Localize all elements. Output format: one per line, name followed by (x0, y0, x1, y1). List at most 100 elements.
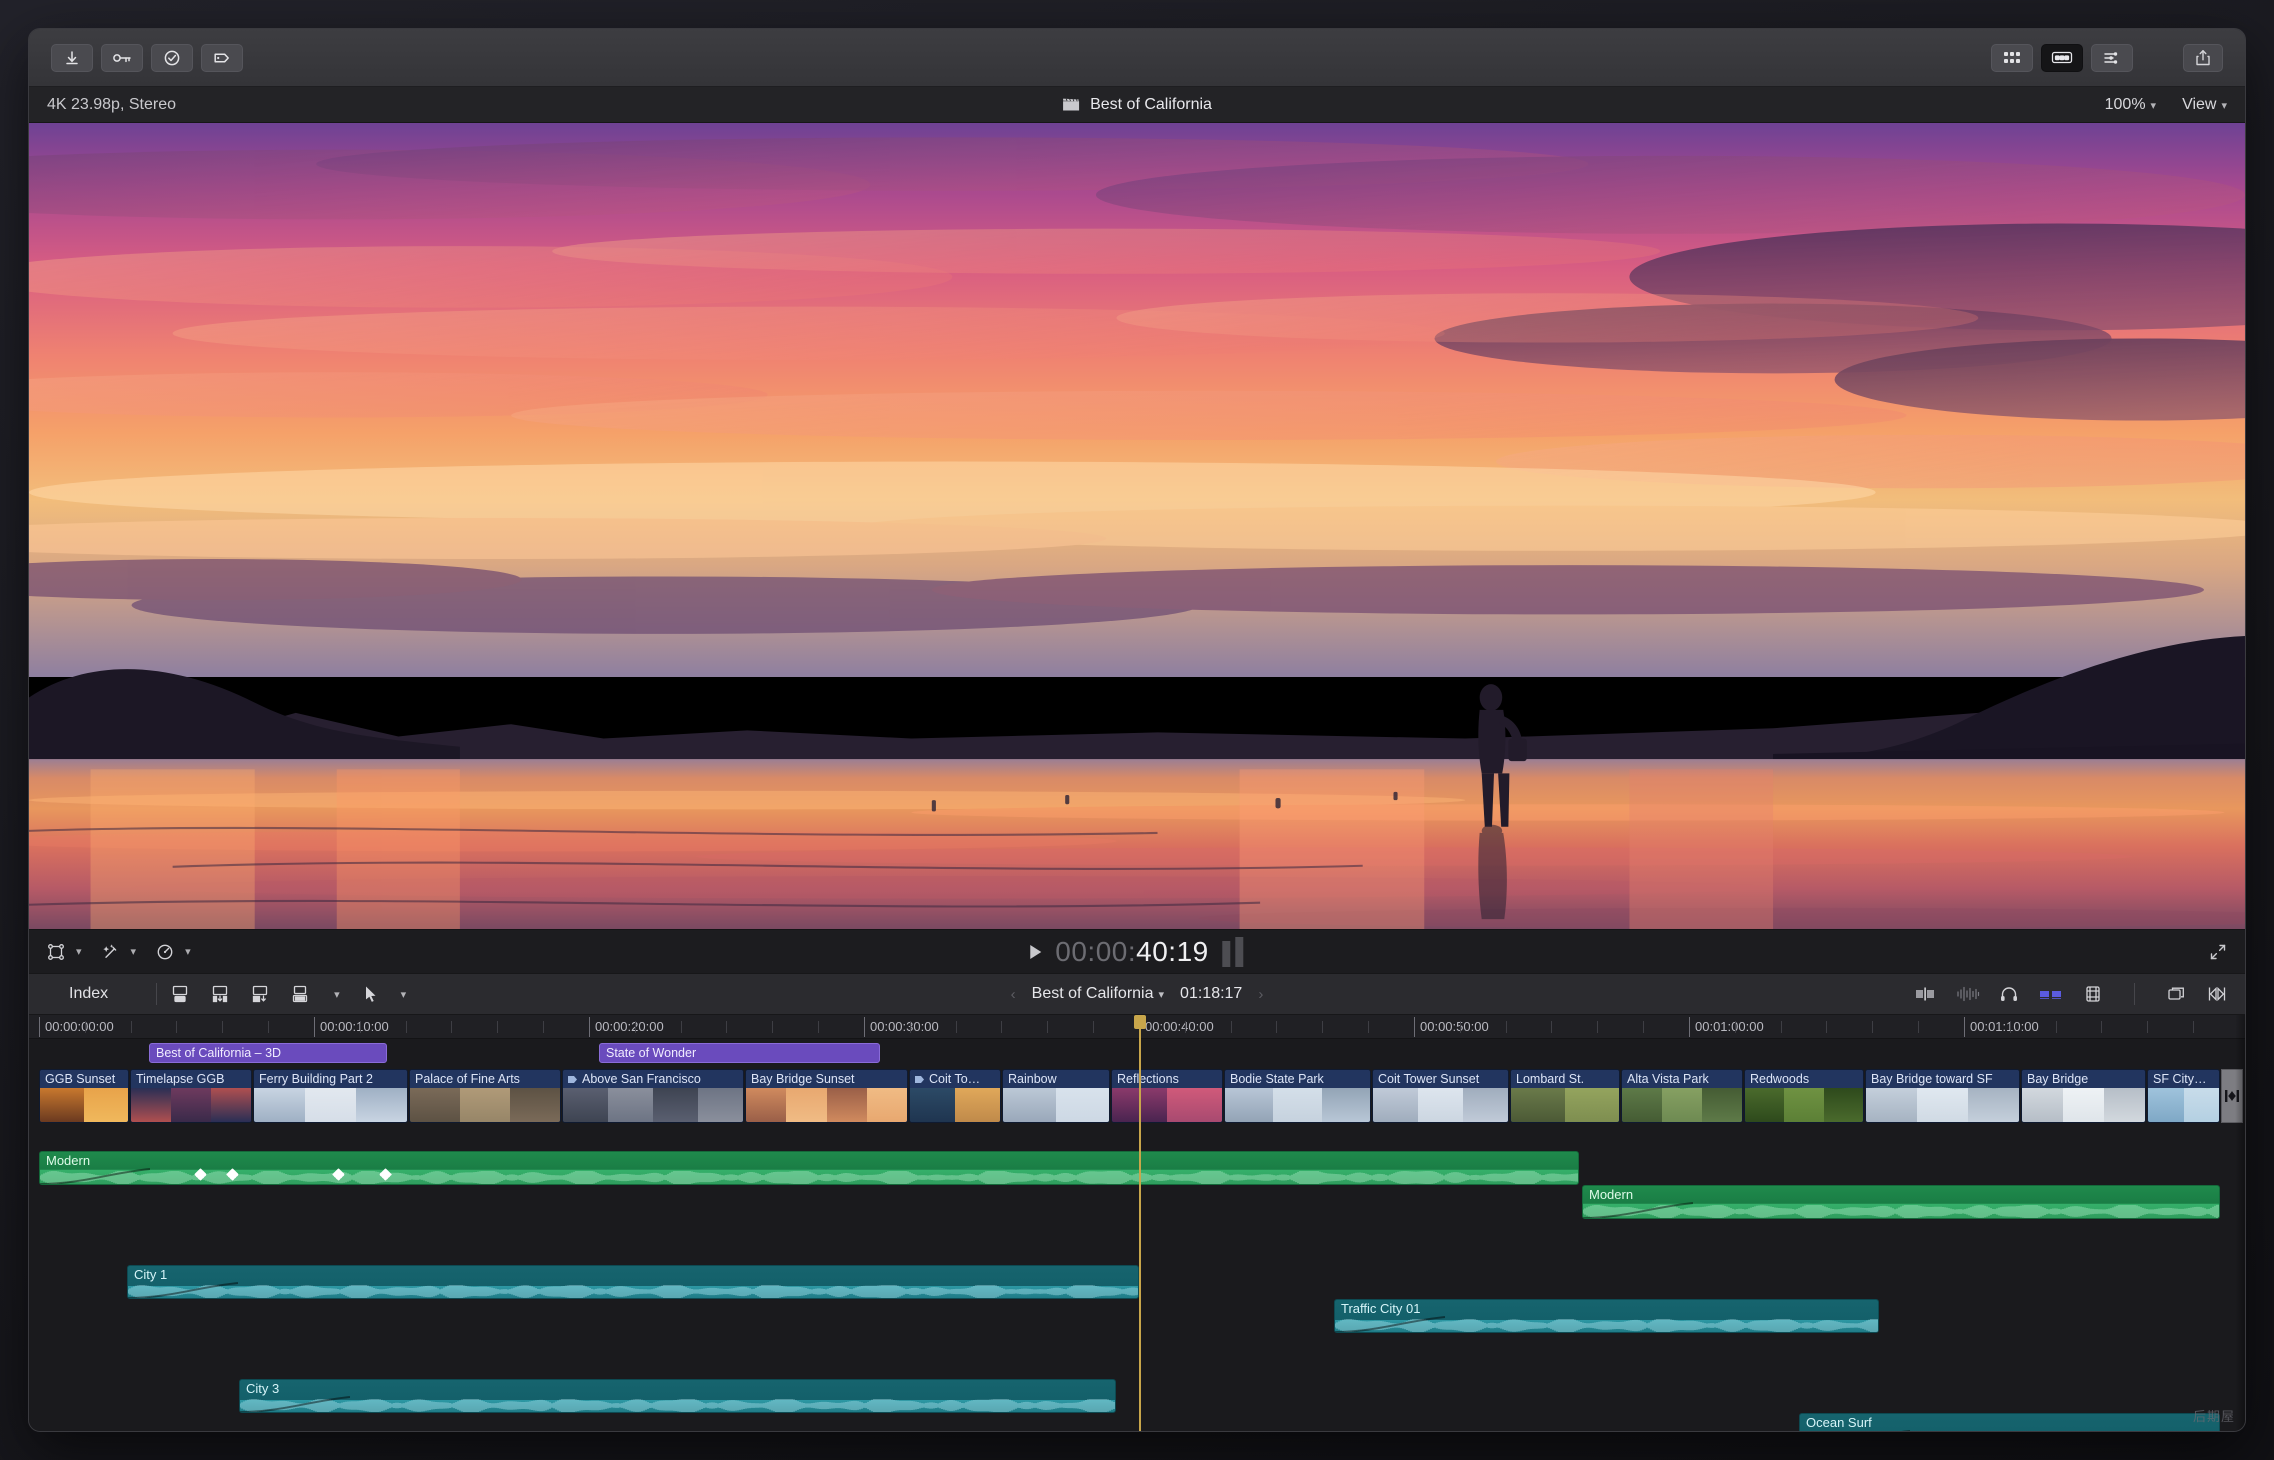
transform-tool-button[interactable]: ▾ (47, 943, 82, 961)
next-project-button[interactable]: › (1258, 986, 1263, 1003)
audio-waveform (40, 1171, 1579, 1184)
fade-handle[interactable] (240, 1395, 350, 1413)
audio-clip-city-3[interactable]: City 3 (239, 1379, 1116, 1413)
audio-waveform (240, 1399, 1116, 1412)
video-clip[interactable]: Rainbow (1002, 1069, 1110, 1123)
fade-handle[interactable] (40, 1167, 150, 1185)
filmstrip-icon[interactable] (2084, 985, 2102, 1003)
ruler-minor-tick (726, 1021, 727, 1033)
clip-thumbnails (1866, 1088, 2019, 1122)
keyword-button[interactable] (101, 44, 143, 72)
audio-clip-modern-2[interactable]: Modern (1582, 1185, 2220, 1219)
audio-clip-modern-1[interactable]: Modern (39, 1151, 1579, 1185)
video-clip[interactable]: Reflections (1111, 1069, 1223, 1123)
audio-waveform (128, 1285, 1139, 1298)
viewer-fullscreen-button[interactable] (2209, 943, 2227, 961)
viewer-canvas[interactable] (29, 123, 2245, 929)
video-clip[interactable]: Bodie State Park (1224, 1069, 1371, 1123)
watermark-text: 后期屋 (2193, 1406, 2235, 1425)
windows-icon[interactable] (2167, 985, 2187, 1003)
clip-thumbnails (40, 1088, 128, 1122)
video-clip[interactable]: Ferry Building Part 2 (253, 1069, 408, 1123)
ruler-minor-tick (2101, 1021, 2102, 1033)
select-tool-button[interactable] (364, 985, 378, 1003)
skimming-button[interactable] (1914, 986, 1936, 1002)
share-button[interactable] (2183, 44, 2223, 72)
video-clip[interactable]: Redwoods (1744, 1069, 1864, 1123)
audio-clip-ocean-surf-2[interactable]: Ocean Surf (1799, 1413, 2220, 1431)
ruler-minor-tick (131, 1021, 132, 1033)
ruler-minor-tick (1001, 1021, 1002, 1033)
fade-handle[interactable] (1583, 1201, 1693, 1219)
inspector-button[interactable] (2091, 44, 2133, 72)
video-clip[interactable]: Lombard St. (1510, 1069, 1620, 1123)
clip-thumbnails (254, 1088, 407, 1122)
video-clip[interactable]: Bay Bridge Sunset (745, 1069, 908, 1123)
ruler-minor-tick (1093, 1021, 1094, 1033)
video-clip[interactable]: Above San Francisco (562, 1069, 744, 1123)
insert-edit-button[interactable] (209, 984, 231, 1004)
rating-favorite-button[interactable] (151, 44, 193, 72)
video-clip[interactable]: Coit To… (909, 1069, 1001, 1123)
retime-button[interactable]: ▾ (156, 943, 191, 961)
audio-waveform-icon[interactable] (1956, 986, 1980, 1002)
chevron-down-icon: ▾ (1159, 989, 1165, 1001)
video-clip[interactable]: Palace of Fine Arts (409, 1069, 561, 1123)
ruler-minor-tick (818, 1021, 819, 1033)
title-clip-state-of-wonder[interactable]: State of Wonder (599, 1043, 880, 1063)
fade-handle[interactable] (1335, 1315, 1445, 1333)
clip-label: SF City… (2148, 1070, 2219, 1088)
chevron-down-icon[interactable]: ▾ (401, 988, 407, 1001)
chevron-down-icon: ▾ (76, 945, 82, 958)
viewer-project-name: Best of California (1090, 96, 1212, 114)
audio-clip-city-1[interactable]: City 1 (127, 1265, 1139, 1299)
ruler-major-tick (864, 1017, 865, 1037)
playhead-handle[interactable] (1134, 1015, 1146, 1029)
timeline-project-duration: 01:18:17 (1180, 985, 1242, 1003)
video-clip[interactable]: Timelapse GGB (130, 1069, 252, 1123)
timeline-project-menu[interactable]: Best of California▾ (1032, 985, 1164, 1003)
browser-grid-button[interactable] (1991, 44, 2033, 72)
timeline-area[interactable]: 00:00:00:0000:00:10:0000:00:20:0000:00:3… (29, 1015, 2245, 1431)
chevron-down-icon[interactable]: ▾ (334, 988, 340, 1001)
timeline-tracks[interactable]: Best of California – 3D State of Wonder GG… (29, 1039, 2245, 1431)
previous-project-button[interactable]: ‹ (1011, 986, 1016, 1003)
ruler-minor-tick (1781, 1021, 1782, 1033)
clip-thumbnails (563, 1088, 743, 1122)
enhancements-button[interactable]: ▾ (102, 943, 137, 961)
overwrite-edit-button[interactable] (289, 984, 311, 1004)
tool-selector-group: ▾ (364, 985, 407, 1003)
audio-meters-icon[interactable] (1223, 937, 1244, 967)
timeline-view-button[interactable] (2041, 44, 2083, 72)
retime-shape-button[interactable] (201, 44, 243, 72)
ruler-minor-tick (1551, 1021, 1552, 1033)
playhead[interactable] (1139, 1015, 1141, 1431)
timeline-index-button[interactable]: Index (47, 981, 130, 1007)
view-options-menu[interactable]: View▾ (2182, 96, 2227, 114)
audio-clip-traffic-city-01[interactable]: Traffic City 01 (1334, 1299, 1879, 1333)
ruler-minor-tick (1826, 1021, 1827, 1033)
clip-label: Reflections (1112, 1070, 1222, 1088)
transport-bar: ▾ ▾ ▾ (29, 929, 2245, 973)
connect-edit-button[interactable] (249, 984, 271, 1004)
ruler-label: 00:00:30:00 (870, 1019, 939, 1034)
headphones-icon[interactable] (2000, 986, 2018, 1002)
import-media-button[interactable] (51, 44, 93, 72)
video-clip[interactable]: GGB Sunset (39, 1069, 129, 1123)
playhead-timecode[interactable]: 00:00:40:19 (1055, 936, 1208, 968)
audio-meter-bars-icon[interactable] (2038, 986, 2064, 1002)
video-clip[interactable]: Alta Vista Park (1621, 1069, 1743, 1123)
ruler-label: 00:00:50:00 (1420, 1019, 1489, 1034)
fade-handle[interactable] (1800, 1429, 1910, 1431)
chevron-down-icon: ▾ (131, 945, 137, 958)
video-clip[interactable]: SF City… (2147, 1069, 2220, 1123)
append-edit-button[interactable] (169, 984, 191, 1004)
video-clip[interactable]: Coit Tower Sunset (1372, 1069, 1509, 1123)
video-clip[interactable]: Bay Bridge toward SF (1865, 1069, 2020, 1123)
fit-to-window-icon[interactable] (2207, 985, 2227, 1003)
fade-handle[interactable] (128, 1281, 238, 1299)
video-clip[interactable]: Bay Bridge (2021, 1069, 2146, 1123)
zoom-level-menu[interactable]: 100%▾ (2105, 96, 2156, 114)
title-clip-best-of-california-3d[interactable]: Best of California – 3D (149, 1043, 387, 1063)
clip-thumbnails (1112, 1088, 1222, 1122)
